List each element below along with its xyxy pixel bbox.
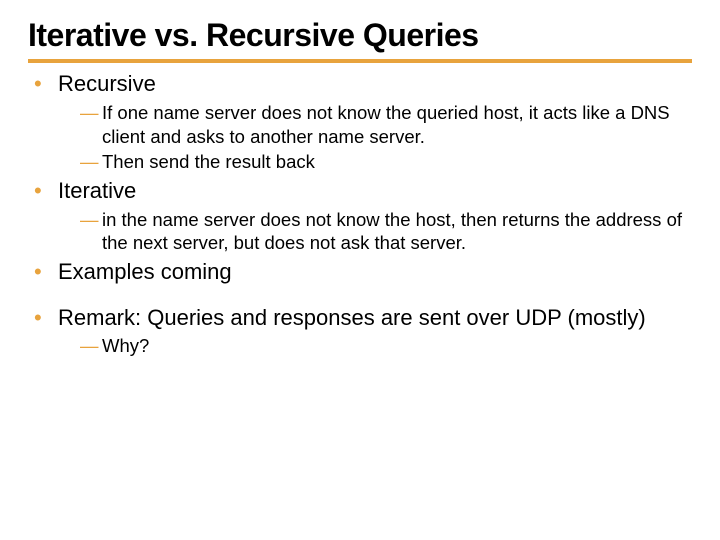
sub-list-item: Why? [80,334,692,358]
sub-list-item: in the name server does not know the hos… [80,208,692,255]
sub-list: If one name server does not know the que… [58,101,692,174]
slide: Iterative vs. Recursive Queries Recursiv… [0,0,720,358]
sub-list: Why? [58,334,692,358]
sub-list-item: Then send the result back [80,150,692,174]
sub-list-item: If one name server does not know the que… [80,101,692,148]
bullet-label: Recursive [58,71,156,96]
bullet-list: Remark: Queries and responses are sent o… [28,303,692,358]
list-item: Iterative in the name server does not kn… [32,176,692,255]
bullet-label: Remark: Queries and responses are sent o… [58,305,646,330]
spacer [28,289,692,303]
bullet-label: Iterative [58,178,136,203]
bullet-label: Examples coming [58,259,232,284]
sub-list: in the name server does not know the hos… [58,208,692,255]
bullet-list: Recursive If one name server does not kn… [28,69,692,286]
list-item: Examples coming [32,257,692,287]
slide-title: Iterative vs. Recursive Queries [28,18,692,63]
list-item: Remark: Queries and responses are sent o… [32,303,692,358]
list-item: Recursive If one name server does not kn… [32,69,692,174]
